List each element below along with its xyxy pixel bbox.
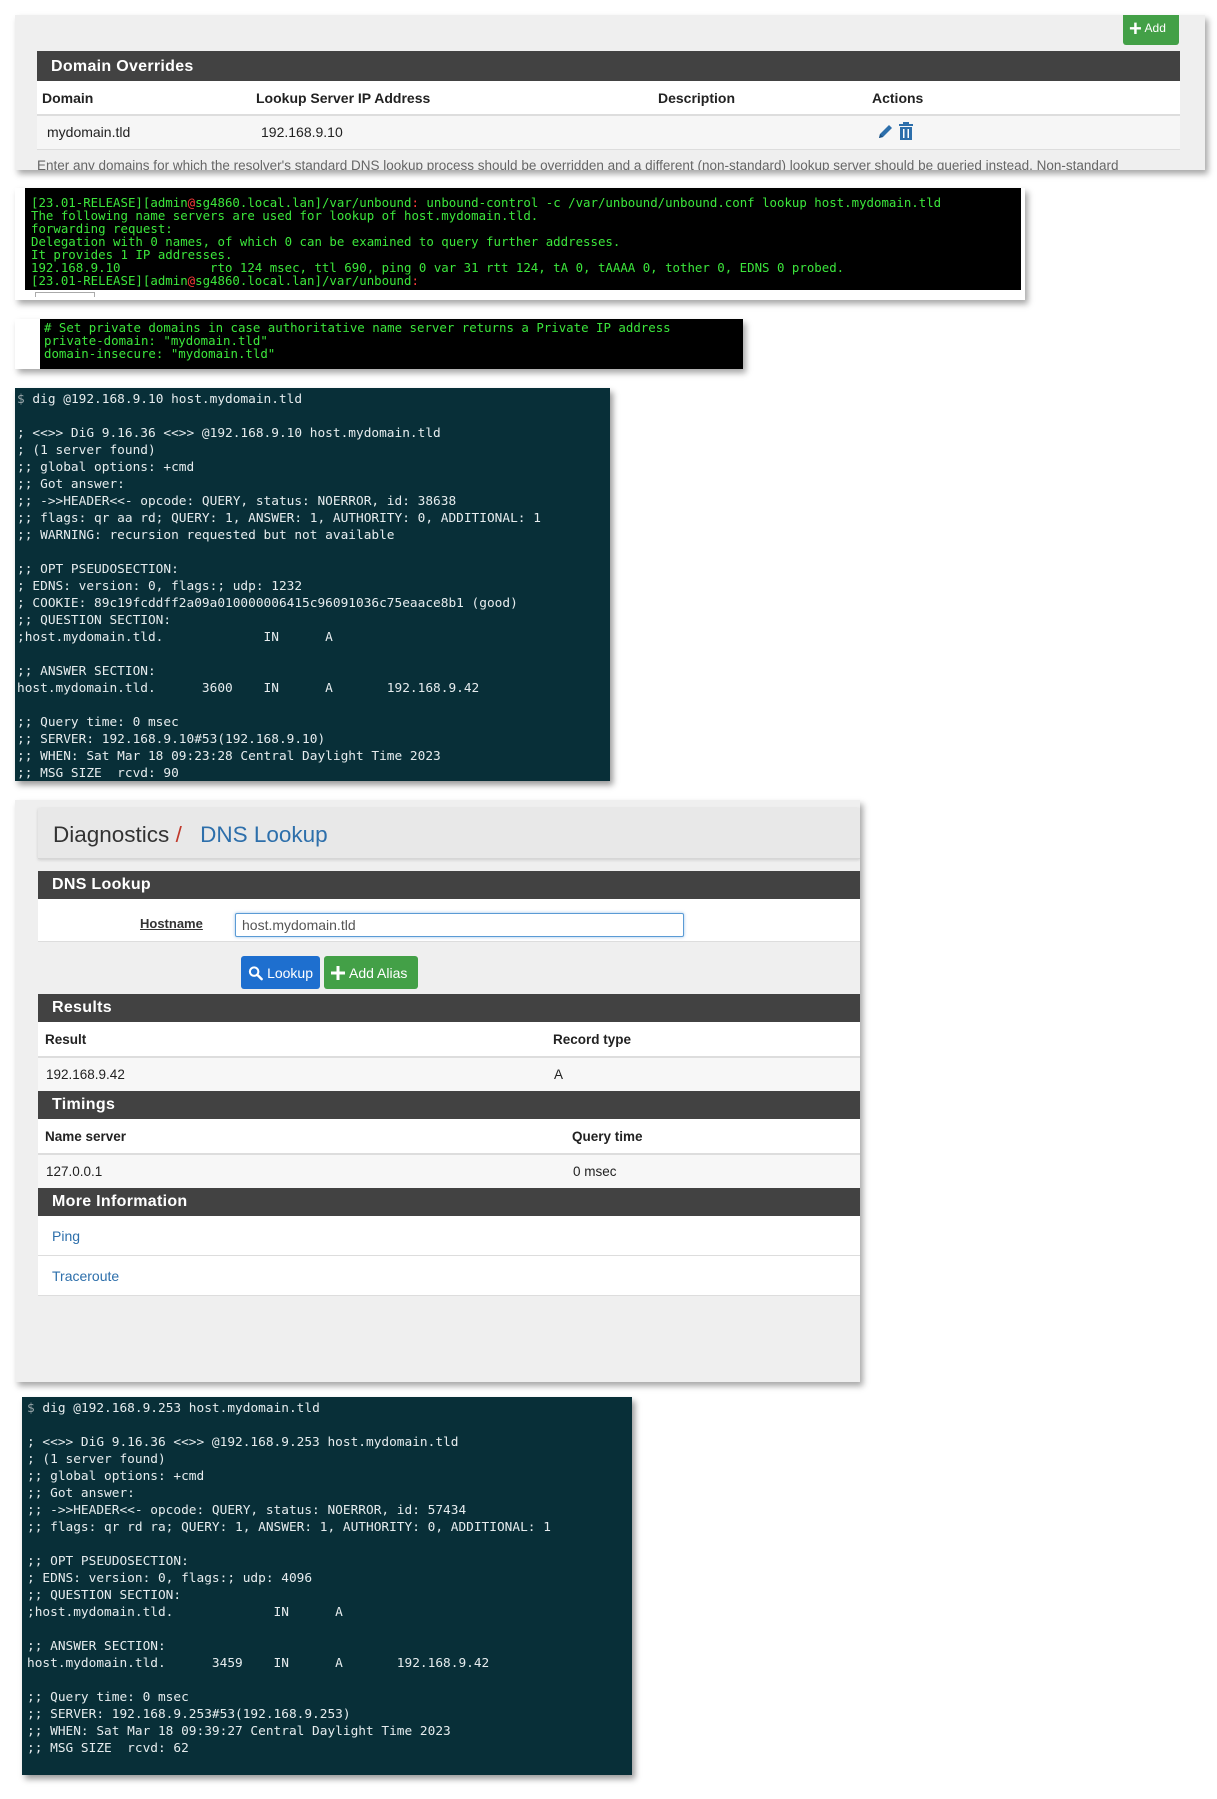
breadcrumb-parent[interactable]: Diagnostics (53, 822, 169, 847)
window-fragment (35, 292, 95, 297)
name-server-value: 127.0.0.1 (38, 1154, 565, 1189)
override-domain: mydomain.tld (37, 115, 251, 150)
timings-table: Name server Query time 127.0.0.1 0 msec (38, 1119, 860, 1189)
pencil-icon[interactable] (877, 122, 895, 140)
unbound-control-terminal: [23.01-RELEASE][admin@sg4860.local.lan]/… (15, 188, 1025, 300)
dig-command: dig @192.168.9.10 host.mydomain.tld (24, 392, 303, 407)
results-panel: Result Record type 192.168.9.42 A (38, 1022, 860, 1092)
terminal-output-area: [23.01-RELEASE][admin@sg4860.local.lan]/… (25, 188, 1021, 290)
breadcrumb-current[interactable]: DNS Lookup (200, 822, 328, 847)
table-row: 127.0.0.1 0 msec (38, 1154, 860, 1189)
dig-output: ; <<>> DiG 9.16.36 <<>> @192.168.9.253 h… (27, 1435, 551, 1756)
table-row: mydomain.tld 192.168.9.10 (37, 115, 1180, 150)
config-text: # Set private domains in case authoritat… (40, 319, 743, 369)
domain-overrides-panel: + Add Domain Overrides Domain Lookup Ser… (15, 15, 1205, 170)
result-value: 192.168.9.42 (38, 1057, 546, 1092)
col-name-server: Name server (38, 1119, 565, 1155)
record-type-value: A (546, 1057, 860, 1092)
terminal-output: The following name servers are used for … (31, 208, 845, 275)
breadcrumb: Diagnostics / DNS Lookup (38, 808, 860, 859)
lookup-button-label: Lookup (267, 964, 313, 981)
trash-icon[interactable] (898, 121, 914, 140)
breadcrumb-separator: / (175, 822, 182, 847)
results-table: Result Record type 192.168.9.42 A (38, 1022, 860, 1092)
add-alias-button[interactable]: Add Alias (324, 956, 418, 989)
dig-command: dig @192.168.9.253 host.mydomain.tld (34, 1401, 320, 1416)
final-prompt-colon: : (411, 273, 419, 288)
ping-link[interactable]: Ping (38, 1216, 860, 1256)
col-domain: Domain (37, 81, 251, 116)
plus-icon (331, 965, 345, 980)
shell-prompt: $ (27, 1401, 35, 1416)
results-section-title: Results (38, 994, 860, 1022)
lookup-button[interactable]: Lookup (241, 956, 320, 989)
col-result: Result (38, 1022, 546, 1058)
col-description: Description (653, 81, 867, 116)
traceroute-link[interactable]: Traceroute (38, 1256, 860, 1296)
timings-panel: Name server Query time 127.0.0.1 0 msec (38, 1119, 860, 1189)
more-info-panel: Ping Traceroute (38, 1216, 860, 1296)
override-help-text: Enter any domains for which the resolver… (37, 158, 1119, 170)
query-time-value: 0 msec (565, 1154, 860, 1189)
unbound-config-snippet: # Set private domains in case authoritat… (15, 319, 743, 369)
dig-output-terminal-1: $ dig @192.168.9.10 host.mydomain.tld ; … (15, 388, 610, 781)
col-lookup-ip: Lookup Server IP Address (251, 81, 653, 116)
add-override-button[interactable]: + Add (1123, 15, 1179, 45)
col-actions: Actions (867, 81, 1180, 116)
more-info-section-title: More Information (38, 1188, 860, 1216)
domain-overrides-title: Domain Overrides (37, 51, 1180, 81)
shell-prompt: $ (17, 392, 25, 407)
timings-section-title: Timings (38, 1091, 860, 1119)
dig-output-terminal-2: $ dig @192.168.9.253 host.mydomain.tld ;… (22, 1397, 632, 1775)
final-prompt-host: sg4860.local.lan]/var/unbound (195, 273, 412, 288)
plus-icon: + (1129, 15, 1142, 41)
dns-lookup-section-title: DNS Lookup (38, 871, 860, 899)
hostname-label: Hostname (140, 916, 203, 931)
add-alias-button-label: Add Alias (349, 964, 408, 981)
final-prompt-prefix: [23.01-RELEASE][admin (31, 273, 188, 288)
add-button-label: Add (1144, 21, 1166, 35)
override-ip: 192.168.9.10 (251, 115, 653, 150)
override-description (653, 115, 867, 150)
col-query-time: Query time (565, 1119, 860, 1155)
domain-overrides-table: Domain Lookup Server IP Address Descript… (37, 81, 1180, 150)
dns-lookup-form: Hostname (38, 899, 860, 942)
dns-lookup-page: Diagnostics / DNS Lookup DNS Lookup Host… (15, 800, 860, 1382)
override-actions (867, 115, 1180, 150)
table-row: 192.168.9.42 A (38, 1057, 860, 1092)
hostname-input[interactable] (235, 913, 684, 937)
dig-output: ; <<>> DiG 9.16.36 <<>> @192.168.9.10 ho… (17, 426, 541, 781)
col-record-type: Record type (546, 1022, 860, 1058)
final-prompt-at: @ (187, 273, 196, 288)
search-icon (248, 965, 263, 980)
